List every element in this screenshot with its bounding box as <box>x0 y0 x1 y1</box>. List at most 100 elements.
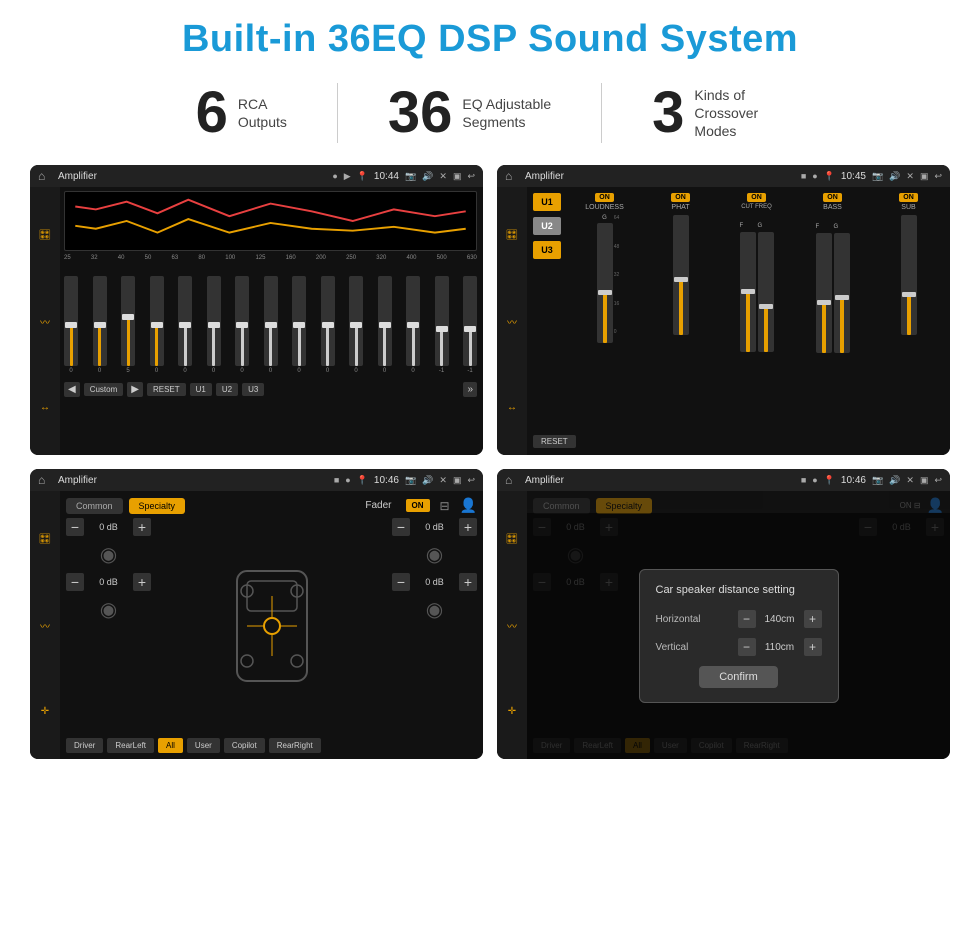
eq-u2-btn[interactable]: U2 <box>216 383 238 396</box>
cr-u2-btn[interactable]: U2 <box>533 217 561 235</box>
dist-dot-icon: ■ <box>801 475 806 485</box>
eq-next-btn[interactable]: ▶ <box>127 382 143 397</box>
eq-u1-btn[interactable]: U1 <box>190 383 212 396</box>
dialog-confirm-btn[interactable]: Confirm <box>699 666 778 688</box>
fader-tune-icon[interactable]: 🎛 <box>39 534 52 545</box>
cr-home-icon: ⌂ <box>505 169 519 183</box>
dialog-vertical-minus[interactable]: − <box>738 638 756 656</box>
cr-cutfreq-toggle[interactable]: ON <box>747 193 766 202</box>
cr-sub-toggle[interactable]: ON <box>899 193 918 202</box>
cr-loudness-toggle[interactable]: ON <box>595 193 614 202</box>
cr-bass-slider-f[interactable] <box>816 233 832 353</box>
fader-fr-minus[interactable]: − <box>392 518 410 536</box>
fader-rl-plus[interactable]: + <box>133 573 151 591</box>
fader-screen-title: Amplifier <box>58 475 328 486</box>
fader-vol-rr: − 0 dB + <box>392 573 477 591</box>
eq-slider-track-4[interactable] <box>150 276 164 366</box>
fader-rr-minus[interactable]: − <box>392 573 410 591</box>
cr-cutfreq-slider-g[interactable] <box>758 232 774 352</box>
fader-specialty-tab[interactable]: Specialty <box>129 498 186 514</box>
eq-slider-track-14[interactable] <box>435 276 449 366</box>
freq-50: 50 <box>145 255 152 261</box>
fader-driver-btn[interactable]: Driver <box>66 738 103 753</box>
eq-main: 25 32 40 50 63 80 100 125 160 200 250 32… <box>60 187 483 455</box>
dist-wave-icon[interactable]: 〰 <box>507 618 517 633</box>
eq-reset-btn[interactable]: RESET <box>147 383 186 396</box>
dialog-vertical-plus[interactable]: + <box>804 638 822 656</box>
fader-fl-plus[interactable]: + <box>133 518 151 536</box>
fader-user-btn[interactable]: User <box>187 738 220 753</box>
fader-rr-plus[interactable]: + <box>459 573 477 591</box>
eq-arrow-icon[interactable]: ↔ <box>40 402 50 413</box>
fader-rearright-btn[interactable]: RearRight <box>269 738 321 753</box>
eq-slider-track-10[interactable] <box>321 276 335 366</box>
fader-copilot-btn[interactable]: Copilot <box>224 738 265 753</box>
eq-slider-track-1[interactable] <box>64 276 78 366</box>
dialog-horizontal-minus[interactable]: − <box>738 610 756 628</box>
cr-bass-toggle[interactable]: ON <box>823 193 842 202</box>
eq-wave-icon[interactable]: 〰 <box>40 314 50 329</box>
dist-sq-icon: ▣ <box>920 475 929 486</box>
eq-sidebar: 🎛 〰 ↔ <box>30 187 60 455</box>
fader-rearleft-btn[interactable]: RearLeft <box>107 738 154 753</box>
fader-fr-plus[interactable]: + <box>459 518 477 536</box>
eq-custom-btn[interactable]: Custom <box>84 383 124 396</box>
cr-sub-slider[interactable] <box>901 215 917 335</box>
eq-freq-labels: 25 32 40 50 63 80 100 125 160 200 250 32… <box>64 255 477 261</box>
eq-prev-btn[interactable]: ◀ <box>64 382 80 397</box>
fader-home-icon: ⌂ <box>38 473 52 487</box>
eq-slider-track-5[interactable] <box>178 276 192 366</box>
cr-tune-icon[interactable]: 🎛 <box>506 230 519 241</box>
cr-wave-icon[interactable]: 〰 <box>507 314 517 329</box>
cr-phat-toggle[interactable]: ON <box>671 193 690 202</box>
dist-top-row: Common Specialty ON ⊟ 👤 <box>533 497 944 514</box>
cr-cutfreq-slider-f[interactable] <box>740 232 756 352</box>
eq-slider-track-9[interactable] <box>292 276 306 366</box>
eq-slider-track-7[interactable] <box>235 276 249 366</box>
eq-slider-track-2[interactable] <box>93 276 107 366</box>
fader-all-btn[interactable]: All <box>158 738 183 753</box>
dist-pin-icon: 📍 <box>824 475 835 486</box>
fader-cross-icon[interactable]: ✛ <box>41 706 49 717</box>
fader-dot2-icon: ● <box>345 475 350 485</box>
cr-u1-btn[interactable]: U1 <box>533 193 561 211</box>
fader-wave-icon[interactable]: 〰 <box>40 618 50 633</box>
freq-125: 125 <box>255 255 265 261</box>
cr-reset-btn[interactable]: RESET <box>533 435 576 448</box>
cr-arrow-icon[interactable]: ↔ <box>507 402 517 413</box>
dialog-horizontal-plus[interactable]: + <box>804 610 822 628</box>
eq-more-icon[interactable]: » <box>463 382 477 397</box>
distance-screen: ⌂ Amplifier ■ ● 📍 10:46 📷 🔊 ✕ ▣ ↩ 🎛 〰 ✛ <box>497 469 950 759</box>
freq-630: 630 <box>467 255 477 261</box>
stat-rca: 6 RCAOutputs <box>146 84 337 142</box>
eq-slider-track-11[interactable] <box>349 276 363 366</box>
eq-slider-track-12[interactable] <box>378 276 392 366</box>
stats-row: 6 RCAOutputs 36 EQ AdjustableSegments 3 … <box>30 83 950 143</box>
cr-bass-slider-g[interactable] <box>834 233 850 353</box>
dist-specialty-tab[interactable]: Specialty <box>596 498 653 514</box>
eq-tune-icon[interactable]: 🎛 <box>39 230 52 241</box>
eq-slider-track-15[interactable] <box>463 276 477 366</box>
cr-back-icon: ↩ <box>934 171 942 182</box>
fader-common-tab[interactable]: Common <box>66 498 123 514</box>
eq-slider-track-6[interactable] <box>207 276 221 366</box>
eq-slider-3: 5 <box>121 276 135 374</box>
eq-slider-track-3[interactable] <box>121 276 135 366</box>
fader-vol-icon: 🔊 <box>422 475 433 486</box>
dist-cross-icon[interactable]: ✛ <box>508 706 516 717</box>
eq-slider-track-8[interactable] <box>264 276 278 366</box>
cr-loudness-slider-g[interactable] <box>597 223 613 343</box>
cr-phat-slider[interactable] <box>673 215 689 335</box>
dialog-horizontal-label: Horizontal <box>656 614 701 625</box>
eq-u3-btn[interactable]: U3 <box>242 383 264 396</box>
dist-common-tab[interactable]: Common <box>533 498 590 514</box>
eq-cam-icon: 📷 <box>405 171 416 182</box>
cr-u3-btn[interactable]: U3 <box>533 241 561 259</box>
eq-slider-track-13[interactable] <box>406 276 420 366</box>
fader-rl-minus[interactable]: − <box>66 573 84 591</box>
dist-tune-icon[interactable]: 🎛 <box>506 534 519 545</box>
dist-content: 🎛 〰 ✛ Common Specialty ON ⊟ 👤 <box>497 491 950 759</box>
dialog-vertical-value: 110cm <box>760 642 800 653</box>
eq-slider-6: 0 <box>207 276 221 374</box>
fader-fl-minus[interactable]: − <box>66 518 84 536</box>
